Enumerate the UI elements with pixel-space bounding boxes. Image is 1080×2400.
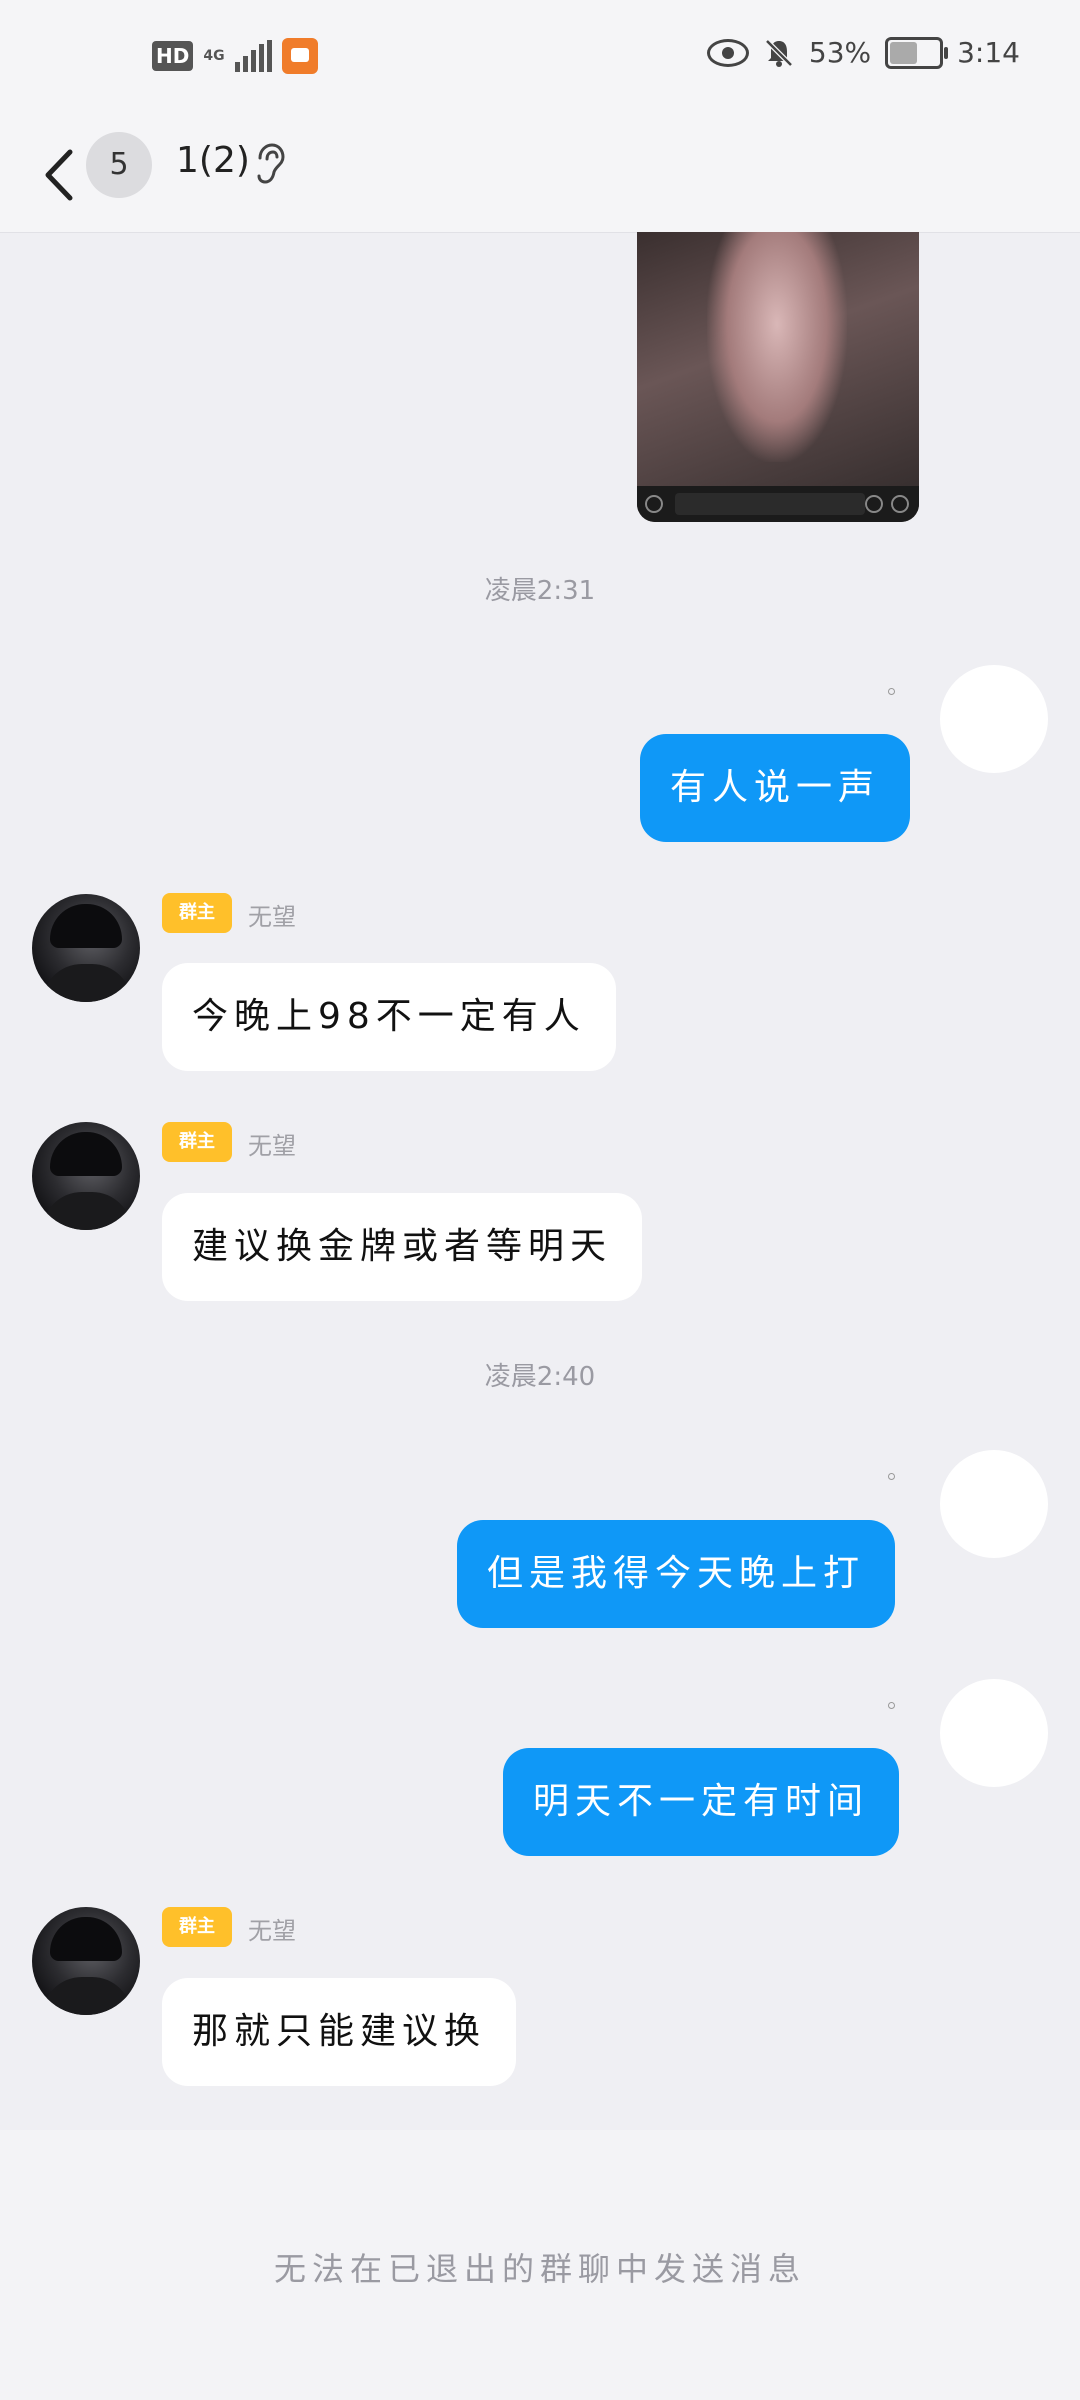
chat-header: [0, 118, 1080, 233]
hd-icon: HD: [152, 41, 194, 71]
owner-badge: 群主: [162, 1907, 232, 1947]
timestamp: 凌晨2:40: [484, 1362, 596, 1392]
owner-badge: 群主: [162, 893, 232, 933]
unread-count-badge[interactable]: 5: [86, 132, 152, 198]
bell-off-icon: [765, 38, 793, 67]
app-notification-icon: [281, 38, 318, 74]
status-bar: HD 4G 53% 3:14: [0, 0, 1080, 118]
left-group-notice: 无法在已退出的群聊中发送消息: [273, 2250, 806, 2288]
play-icon: [645, 495, 663, 513]
photo-content: [707, 232, 847, 462]
sender-nickname: 无望: [248, 1917, 296, 1945]
battery-percent: 53%: [808, 36, 872, 69]
my-avatar[interactable]: [940, 1450, 1048, 1558]
eye-icon: [706, 38, 749, 67]
emoji-icon: [865, 495, 883, 513]
network-type: 4G: [203, 48, 225, 64]
incoming-message[interactable]: 那就只能建议换: [162, 1978, 517, 2086]
incoming-message[interactable]: 建议换金牌或者等明天: [162, 1193, 643, 1301]
my-avatar[interactable]: [940, 1679, 1048, 1787]
status-right: 53% 3:14: [706, 36, 1020, 69]
video-control-bar: [637, 486, 919, 522]
plus-icon: [891, 495, 909, 513]
progress-track: [675, 493, 865, 515]
outgoing-message[interactable]: 有人说一声: [640, 734, 911, 842]
my-avatar[interactable]: [940, 665, 1048, 773]
sender-nickname: 无望: [248, 903, 296, 931]
read-indicator: [888, 688, 895, 695]
outgoing-message[interactable]: 明天不一定有时间: [503, 1748, 900, 1856]
battery-icon: [885, 36, 949, 69]
sender-nickname: 无望: [248, 1132, 296, 1160]
avatar[interactable]: [32, 1907, 140, 2015]
clock: 3:14: [957, 36, 1020, 69]
timestamp: 凌晨2:31: [484, 576, 596, 606]
owner-badge: 群主: [162, 1122, 232, 1162]
read-indicator: [888, 1702, 895, 1709]
signal-icon: [234, 40, 272, 72]
incoming-message[interactable]: 今晚上98不一定有人: [162, 963, 616, 1071]
read-indicator: [888, 1473, 895, 1480]
avatar[interactable]: [32, 1122, 140, 1230]
chat-title[interactable]: 1(2): [176, 140, 250, 181]
avatar[interactable]: [32, 894, 140, 1002]
outgoing-message[interactable]: 但是我得今天晚上打: [457, 1520, 896, 1628]
ear-icon[interactable]: [252, 142, 286, 186]
image-message[interactable]: [637, 232, 919, 522]
status-left: HD 4G: [152, 38, 318, 74]
